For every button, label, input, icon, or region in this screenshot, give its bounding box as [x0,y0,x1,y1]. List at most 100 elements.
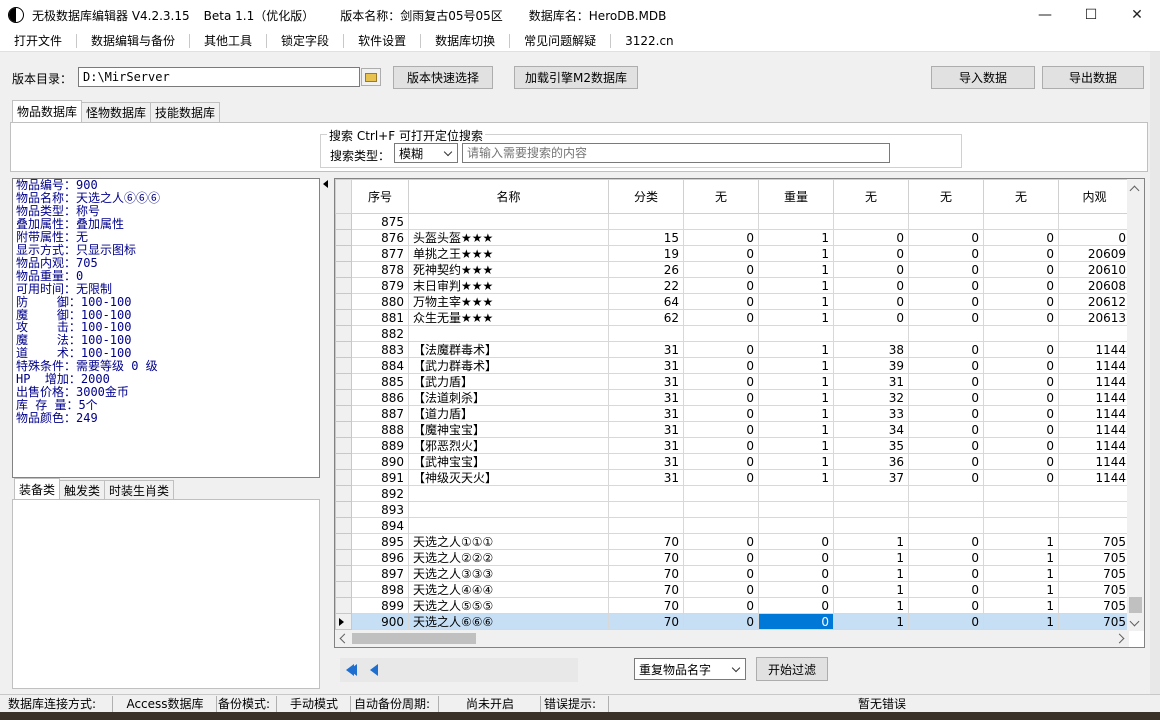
column-header[interactable]: 序号 [351,179,409,214]
table-cell[interactable]: 1 [983,613,1059,630]
row-indicator[interactable] [335,517,352,534]
table-cell[interactable]: 1144 [1058,389,1131,406]
table-cell[interactable] [1058,485,1131,502]
table-row[interactable]: 900 天选之人⑥⑥⑥ 70 0 0 1 0 1 705 [335,613,1131,630]
table-cell[interactable]: 0 [833,261,909,278]
table-cell[interactable]: 0 [683,389,759,406]
row-indicator[interactable] [335,325,352,342]
table-cell[interactable]: 62 [608,309,684,326]
table-cell[interactable] [608,325,684,342]
table-row[interactable]: 889 【邪恶烈火】 31 0 1 35 0 0 1144 [335,437,1131,454]
table-cell[interactable]: 天选之人②②② [408,549,609,566]
table-cell[interactable]: 1 [758,357,834,374]
table-cell[interactable]: 885 [351,373,409,390]
table-row[interactable]: 877 单挑之王★★★ 19 0 1 0 0 0 20609 [335,245,1131,262]
table-cell[interactable]: 0 [908,565,984,582]
row-indicator[interactable] [335,405,352,422]
table-cell[interactable] [408,325,609,342]
table-cell[interactable]: 0 [983,469,1059,486]
table-cell[interactable]: 1144 [1058,469,1131,486]
table-row[interactable]: 891 【神级灭天火】 31 0 1 37 0 0 1144 [335,469,1131,486]
table-cell[interactable]: 879 [351,277,409,294]
table-cell[interactable]: 0 [683,373,759,390]
row-indicator[interactable] [335,533,352,550]
table-cell[interactable]: 705 [1058,549,1131,566]
table-row[interactable]: 883 【法魔群毒术】 31 0 1 38 0 0 1144 [335,341,1131,358]
table-cell[interactable]: 1 [983,549,1059,566]
grid-vertical-scrollbar[interactable] [1127,179,1144,631]
table-cell[interactable]: 0 [683,293,759,310]
table-cell[interactable]: 0 [1058,229,1131,246]
scroll-thumb[interactable] [1129,597,1142,613]
table-cell[interactable] [983,325,1059,342]
table-cell[interactable]: 1 [758,469,834,486]
table-cell[interactable]: 1 [758,437,834,454]
table-cell[interactable]: 单挑之王★★★ [408,245,609,262]
table-cell[interactable]: 881 [351,309,409,326]
table-cell[interactable] [983,485,1059,502]
table-cell[interactable] [908,517,984,534]
table-cell[interactable]: 70 [608,613,684,630]
table-cell[interactable]: 20610 [1058,261,1131,278]
table-row[interactable]: 885 【武力盾】 31 0 1 31 0 0 1144 [335,373,1131,390]
tab-item-db[interactable]: 物品数据库 [12,100,83,122]
tab-trigger[interactable]: 触发类 [59,480,106,499]
table-cell[interactable]: 天选之人①①① [408,533,609,550]
hscroll-thumb[interactable] [352,633,476,644]
table-cell[interactable] [758,501,834,518]
first-record-icon[interactable] [346,664,357,676]
menu-db-switch[interactable]: 数据库切换 [421,33,511,48]
table-row[interactable]: 887 【道力盾】 31 0 1 33 0 0 1144 [335,405,1131,422]
table-cell[interactable]: 0 [683,421,759,438]
row-indicator[interactable] [335,421,352,438]
table-cell[interactable] [683,517,759,534]
table-cell[interactable]: 0 [758,565,834,582]
table-cell[interactable]: 【魔神宝宝】 [408,421,609,438]
table-cell[interactable]: 0 [758,549,834,566]
table-cell[interactable] [683,213,759,230]
table-cell[interactable] [908,485,984,502]
table-cell[interactable]: 0 [683,309,759,326]
table-cell[interactable]: 0 [683,357,759,374]
table-cell[interactable]: 880 [351,293,409,310]
prev-record-icon[interactable] [370,664,378,676]
table-cell[interactable]: 38 [833,341,909,358]
table-cell[interactable]: 31 [608,405,684,422]
table-cell[interactable]: 0 [833,277,909,294]
table-cell[interactable]: 【法魔群毒术】 [408,341,609,358]
row-indicator[interactable] [335,229,352,246]
table-cell[interactable]: 1 [758,421,834,438]
table-row[interactable]: 881 众生无量★★★ 62 0 1 0 0 0 20613 [335,309,1131,326]
search-input[interactable] [462,143,890,163]
column-header[interactable]: 无 [983,179,1059,214]
table-cell[interactable]: 1 [833,597,909,614]
table-cell[interactable] [833,517,909,534]
table-cell[interactable]: 0 [683,565,759,582]
table-cell[interactable]: 0 [908,469,984,486]
table-cell[interactable]: 20609 [1058,245,1131,262]
table-cell[interactable]: 31 [608,389,684,406]
table-cell[interactable] [683,325,759,342]
table-cell[interactable]: 0 [683,229,759,246]
table-cell[interactable]: 891 [351,469,409,486]
table-cell[interactable]: 1144 [1058,421,1131,438]
table-cell[interactable]: 0 [683,245,759,262]
column-header[interactable]: 无 [683,179,759,214]
search-type-select[interactable]: 模糊 [394,143,458,163]
table-cell[interactable]: 1 [833,613,909,630]
table-cell[interactable]: 众生无量★★★ [408,309,609,326]
table-cell[interactable]: 70 [608,549,684,566]
maximize-button[interactable]: ☐ [1068,0,1114,30]
table-cell[interactable] [983,213,1059,230]
table-cell[interactable]: 1 [758,341,834,358]
table-cell[interactable]: 894 [351,517,409,534]
table-row[interactable]: 886 【法道刺杀】 31 0 1 32 0 0 1144 [335,389,1131,406]
table-row[interactable]: 875 [335,213,1131,230]
table-cell[interactable]: 0 [983,373,1059,390]
table-cell[interactable]: 头盔头盔★★★ [408,229,609,246]
table-cell[interactable]: 天选之人⑥⑥⑥ [408,613,609,630]
row-indicator[interactable] [335,309,352,326]
table-cell[interactable]: 31 [608,453,684,470]
table-cell[interactable] [608,213,684,230]
table-cell[interactable]: 0 [908,453,984,470]
